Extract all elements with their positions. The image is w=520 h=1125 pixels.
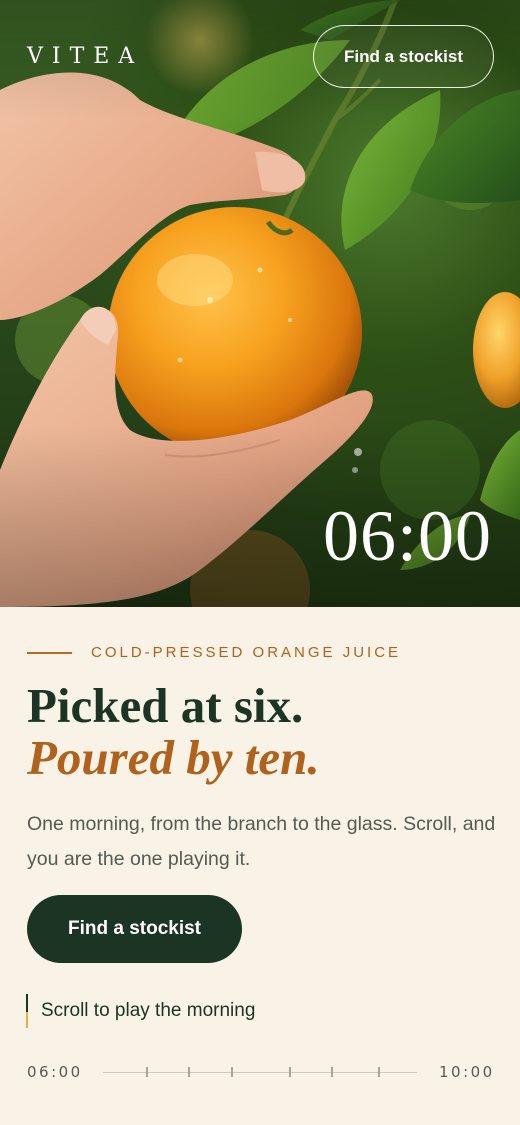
headline-line-1: Picked at six. [27, 678, 304, 733]
eyebrow-rule [27, 652, 72, 654]
hero-time-display: 06:00 [322, 496, 492, 576]
timeline-track[interactable] [103, 1072, 417, 1073]
find-stockist-button[interactable]: Find a stockist [27, 895, 242, 963]
timeline-tick [146, 1067, 148, 1077]
intro-section: COLD-PRESSED ORANGE JUICE Picked at six.… [0, 607, 520, 1125]
timeline-tick [231, 1067, 233, 1077]
eyebrow-text: COLD-PRESSED ORANGE JUICE [91, 644, 402, 661]
header-find-stockist-button[interactable]: Find a stockist [313, 25, 494, 88]
scroll-hint: Scroll to play the morning [41, 1000, 256, 1021]
headline-line-2: Poured by ten. [27, 730, 320, 785]
brand-logo[interactable]: VITEA [27, 44, 143, 69]
timeline-tick [331, 1067, 333, 1077]
hero-section: VITEA Find a stockist 06:00 [0, 0, 520, 607]
lead-paragraph: One morning, from the branch to the glas… [27, 813, 496, 871]
scroll-indicator [26, 994, 28, 1028]
timeline-tick [289, 1067, 291, 1077]
timeline-tick [188, 1067, 190, 1077]
timeline-end-label: 10:00 [439, 1063, 495, 1081]
timeline-tick [378, 1067, 380, 1077]
timeline-start-label: 06:00 [27, 1063, 83, 1081]
